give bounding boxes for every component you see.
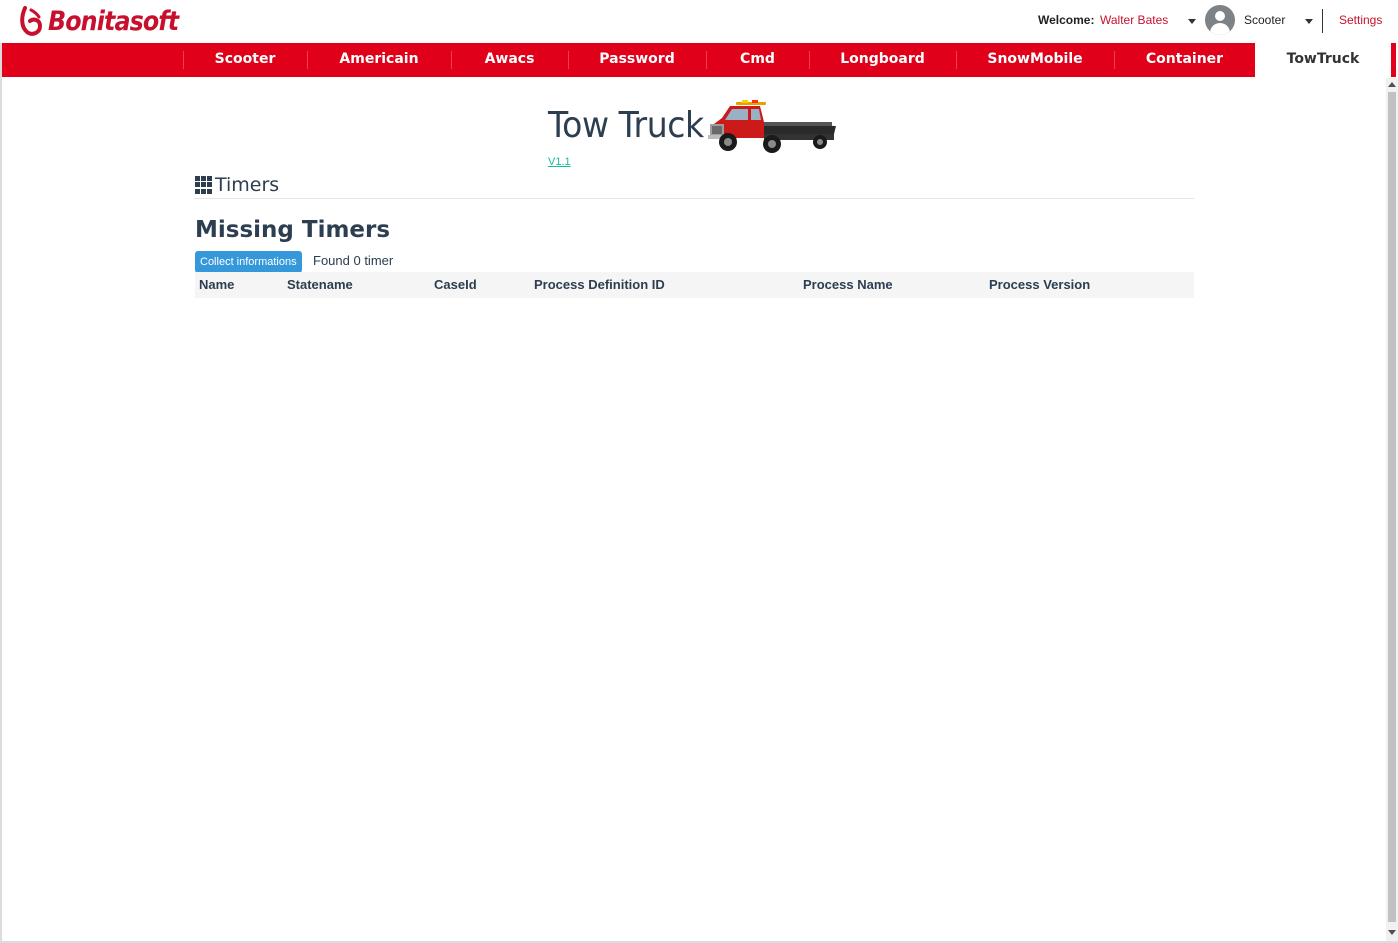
column-header-process-definition-id[interactable]: Process Definition ID: [534, 277, 665, 292]
column-header-name[interactable]: Name: [199, 277, 234, 292]
nav-item-snowmobile[interactable]: SnowMobile: [956, 43, 1114, 77]
main-nav: Scooter Americain Awacs Password Cmd Lon…: [2, 43, 1396, 77]
nav-item-americain[interactable]: Americain: [307, 43, 451, 77]
scroll-up-arrow-icon[interactable]: [1388, 82, 1396, 87]
header-divider: [1322, 9, 1323, 33]
column-header-process-version[interactable]: Process Version: [989, 277, 1090, 292]
nav-item-container[interactable]: Container: [1114, 43, 1255, 77]
section-title: Timers: [215, 174, 280, 196]
welcome-label: Welcome:: [1038, 13, 1095, 27]
nav-item-longboard[interactable]: Longboard: [809, 43, 956, 77]
vertical-scrollbar[interactable]: [1386, 78, 1398, 941]
nav-item-cmd[interactable]: Cmd: [706, 43, 809, 77]
nav-item-awacs[interactable]: Awacs: [451, 43, 568, 77]
tow-truck-image: [708, 100, 836, 153]
found-count-text: Found 0 timer: [313, 253, 394, 268]
column-header-statename[interactable]: Statename: [287, 277, 353, 292]
app-selector-caret-icon[interactable]: [1305, 19, 1313, 24]
collect-informations-button[interactable]: Collect informations: [195, 251, 302, 273]
section-divider: [195, 198, 1194, 199]
timers-table-header: Name Statename CaseId Process Definition…: [195, 272, 1194, 298]
grid-icon: [195, 176, 213, 194]
column-header-process-name[interactable]: Process Name: [803, 277, 893, 292]
top-header: Bonitasoft Welcome: Walter Bates Scooter…: [0, 0, 1398, 43]
page-title: Tow Truck: [548, 105, 704, 146]
nav-item-towtruck[interactable]: TowTruck: [1255, 43, 1391, 77]
bonitasoft-logo[interactable]: Bonitasoft: [18, 4, 196, 38]
nav-item-scooter[interactable]: Scooter: [183, 43, 307, 77]
section-header: Timers: [195, 174, 279, 196]
column-header-caseid[interactable]: CaseId: [434, 277, 477, 292]
logo-text: Bonitasoft: [48, 5, 179, 37]
user-avatar-icon[interactable]: [1205, 5, 1235, 35]
bonita-logo-icon: [20, 6, 43, 36]
settings-link[interactable]: Settings: [1339, 13, 1382, 27]
missing-timers-heading: Missing Timers: [195, 217, 391, 243]
version-link[interactable]: V1.1: [548, 156, 571, 168]
scrollbar-thumb[interactable]: [1388, 92, 1396, 922]
user-menu-caret-icon[interactable]: [1188, 19, 1196, 24]
user-menu[interactable]: Walter Bates: [1100, 13, 1168, 27]
nav-item-password[interactable]: Password: [568, 43, 706, 77]
frame-border: [0, 43, 2, 943]
app-selector[interactable]: Scooter: [1244, 13, 1285, 27]
scroll-down-arrow-icon[interactable]: [1388, 930, 1396, 935]
